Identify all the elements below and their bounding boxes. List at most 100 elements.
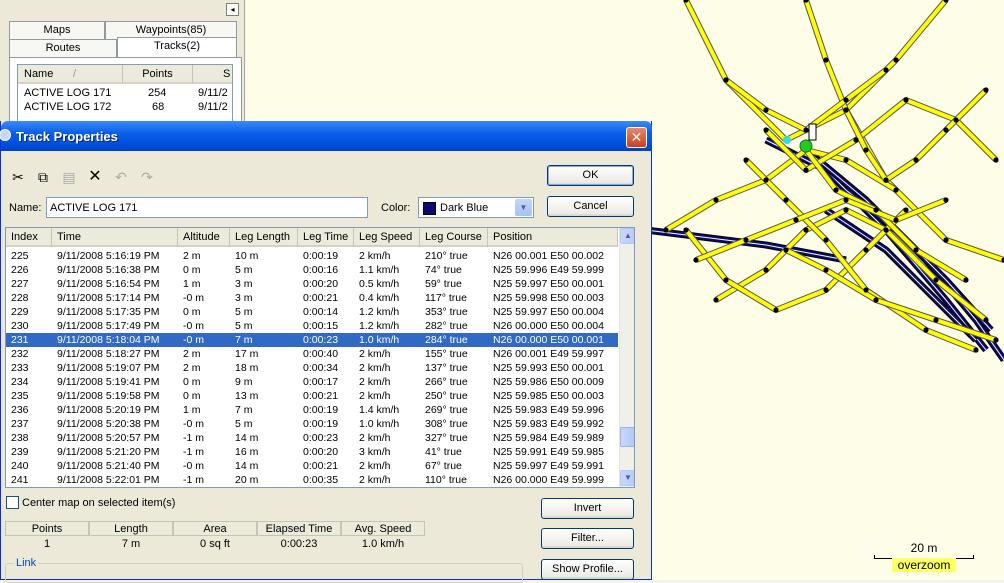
paste-icon[interactable]: ▤	[60, 168, 78, 186]
tab-tracks[interactable]: Tracks(2)	[117, 37, 237, 57]
cell-leg-course: 308° true	[425, 418, 468, 430]
column-header-index[interactable]: Index	[6, 228, 52, 247]
cell-index: 241	[11, 474, 29, 486]
cell-index: 240	[11, 460, 29, 472]
show-profile-button[interactable]: Show Profile...	[541, 559, 634, 580]
table-row[interactable]: 227 9/11/2008 5:16:54 PM 1 m 3 m 0:00:20 0.5 …	[6, 277, 618, 291]
tab-maps[interactable]: Maps	[9, 21, 105, 39]
cell-index: 238	[11, 432, 29, 444]
scroll-up-icon[interactable]: ▲	[620, 228, 634, 244]
cell-index: 228	[11, 292, 29, 304]
column-header-leg-time[interactable]: Leg Time	[298, 228, 354, 247]
cell-altitude: 2 m	[183, 250, 201, 262]
track-points-table[interactable]: Index Time Altitude Leg Length Leg Time Leg S…	[5, 227, 635, 488]
cell-leg-speed: 2 km/h	[359, 390, 391, 402]
cell-leg-length: 18 m	[235, 362, 259, 374]
stat-value-avg-speed: 1.0 km/h	[361, 538, 405, 550]
table-row[interactable]: 232 9/11/2008 5:18:27 PM 2 m 17 m 0:00:40 2 k…	[6, 347, 618, 361]
cell-altitude: 1 m	[183, 404, 201, 416]
table-row[interactable]: 226 9/11/2008 5:16:38 PM 0 m 5 m 0:00:16 1.1 …	[6, 263, 618, 277]
scale-label: 20 m	[910, 541, 938, 555]
track-row[interactable]: ACTIVE LOG 172 68 9/11/2	[18, 100, 232, 114]
column-header-time[interactable]: Time	[52, 228, 178, 247]
table-row[interactable]: 229 9/11/2008 5:17:35 PM 0 m 5 m 0:00:14 1.2 …	[6, 305, 618, 319]
column-header-leg-length[interactable]: Leg Length	[230, 228, 298, 247]
cell-time: 9/11/2008 5:18:04 PM	[57, 334, 160, 346]
table-row[interactable]: 225 9/11/2008 5:16:19 PM 2 m 10 m 0:00:19 2 k…	[6, 249, 618, 263]
cell-leg-speed: 2 km/h	[359, 250, 391, 262]
track-date: 9/11/2	[198, 87, 228, 99]
collapse-panel-button[interactable]: ◂	[226, 3, 239, 16]
table-row[interactable]: 230 9/11/2008 5:17:49 PM -0 m 5 m 0:00:15 1.2…	[6, 319, 618, 333]
redo-icon[interactable]: ↷	[138, 168, 156, 186]
column-header-date[interactable]: S	[193, 65, 232, 84]
cell-index: 227	[11, 278, 29, 290]
column-header-altitude[interactable]: Altitude	[178, 228, 230, 247]
invert-button[interactable]: Invert	[541, 498, 634, 519]
cell-leg-time: 0:00:20	[303, 278, 339, 290]
cell-altitude: -0 m	[183, 292, 204, 304]
table-row[interactable]: 238 9/11/2008 5:20:57 PM -1 m 14 m 0:00:23 2 …	[6, 431, 618, 445]
cell-leg-length: 3 m	[235, 292, 253, 304]
stat-value-points: 1	[43, 538, 51, 550]
table-row[interactable]: 235 9/11/2008 5:19:58 PM 0 m 13 m 0:00:21 2 k…	[6, 389, 618, 403]
cell-leg-time: 0:00:35	[303, 474, 339, 486]
cell-position: N26 00.000 E49 59.999	[493, 474, 604, 486]
cell-leg-course: 110° true	[425, 474, 467, 486]
cell-leg-length: 3 m	[235, 278, 253, 290]
column-header-points[interactable]: Points	[123, 65, 193, 84]
name-input[interactable]	[46, 197, 368, 218]
cell-leg-length: 16 m	[235, 446, 259, 458]
table-scrollbar[interactable]: ▲ ▼	[619, 228, 634, 487]
track-row[interactable]: ACTIVE LOG 171 254 9/11/2	[18, 86, 232, 100]
map-scale: 20 m overzoom	[872, 541, 976, 572]
cell-index: 237	[11, 418, 29, 430]
tab-routes[interactable]: Routes	[9, 39, 117, 57]
column-header-leg-speed[interactable]: Leg Speed	[354, 228, 420, 247]
copy-icon[interactable]: ⧉	[34, 168, 52, 186]
table-row[interactable]: 233 9/11/2008 5:19:07 PM 2 m 18 m 0:00:34 2 k…	[6, 361, 618, 375]
cell-index: 230	[11, 320, 29, 332]
column-header-name[interactable]: Name /	[18, 65, 123, 84]
overzoom-badge: overzoom	[892, 558, 956, 572]
dialog-titlebar[interactable]: Track Properties ✕	[0, 121, 652, 151]
color-select[interactable]: Dark Blue ▼	[418, 197, 534, 218]
cell-time: 9/11/2008 5:16:54 PM	[57, 278, 160, 290]
delete-icon[interactable]: ✕	[86, 168, 104, 186]
cell-leg-time: 0:00:21	[303, 292, 339, 304]
table-row[interactable]: 239 9/11/2008 5:21:20 PM -1 m 16 m 0:00:20 3 …	[6, 445, 618, 459]
table-row[interactable]: 240 9/11/2008 5:21:40 PM -0 m 14 m 0:00:21 2 …	[6, 459, 618, 473]
cell-time: 9/11/2008 5:17:14 PM	[57, 292, 160, 304]
cell-altitude: -1 m	[183, 432, 204, 444]
ok-button[interactable]: OK	[547, 165, 634, 186]
stat-header-length: Length	[89, 521, 173, 536]
column-header-position[interactable]: Position	[488, 228, 618, 247]
table-row[interactable]: 234 9/11/2008 5:19:41 PM 0 m 9 m 0:00:17 2 km…	[6, 375, 618, 389]
cell-leg-course: 250° true	[425, 390, 468, 402]
scrollbar-thumb[interactable]	[620, 427, 634, 447]
filter-button[interactable]: Filter...	[541, 528, 634, 549]
cell-altitude: 2 m	[183, 348, 201, 360]
scroll-down-icon[interactable]: ▼	[620, 470, 634, 486]
table-row[interactable]: 228 9/11/2008 5:17:14 PM -0 m 3 m 0:00:21 0.4…	[6, 291, 618, 305]
table-row[interactable]: 237 9/11/2008 5:20:38 PM -0 m 5 m 0:00:19 1.0…	[6, 417, 618, 431]
column-header-leg-course[interactable]: Leg Course	[420, 228, 488, 247]
table-row[interactable]: 231 9/11/2008 5:18:04 PM -0 m 7 m 0:00:23 1.0…	[6, 333, 618, 347]
app-icon	[0, 129, 11, 141]
table-row[interactable]: 241 9/11/2008 5:22:01 PM -1 m 20 m 0:00:35 2 …	[6, 473, 618, 487]
chevron-down-icon[interactable]: ▼	[515, 199, 532, 216]
close-button[interactable]: ✕	[626, 127, 647, 148]
cell-leg-speed: 2 km/h	[359, 460, 391, 472]
center-map-checkbox[interactable]	[6, 496, 19, 509]
cell-leg-course: 269° true	[425, 404, 468, 416]
cell-leg-time: 0:00:34	[303, 362, 339, 374]
link-label: Link	[14, 557, 39, 569]
stat-value-area: 0 sq ft	[200, 538, 230, 550]
track-list[interactable]: Name / Points S ACTIVE LOG 171 254 9/11/2…	[17, 64, 233, 124]
undo-icon[interactable]: ↶	[112, 168, 130, 186]
cell-leg-time: 0:00:23	[303, 432, 339, 444]
cell-leg-time: 0:00:17	[303, 376, 339, 388]
cut-icon[interactable]: ✂	[9, 168, 27, 186]
table-row[interactable]: 236 9/11/2008 5:20:19 PM 1 m 7 m 0:00:19 1.4 …	[6, 403, 618, 417]
cancel-button[interactable]: Cancel	[547, 196, 634, 217]
